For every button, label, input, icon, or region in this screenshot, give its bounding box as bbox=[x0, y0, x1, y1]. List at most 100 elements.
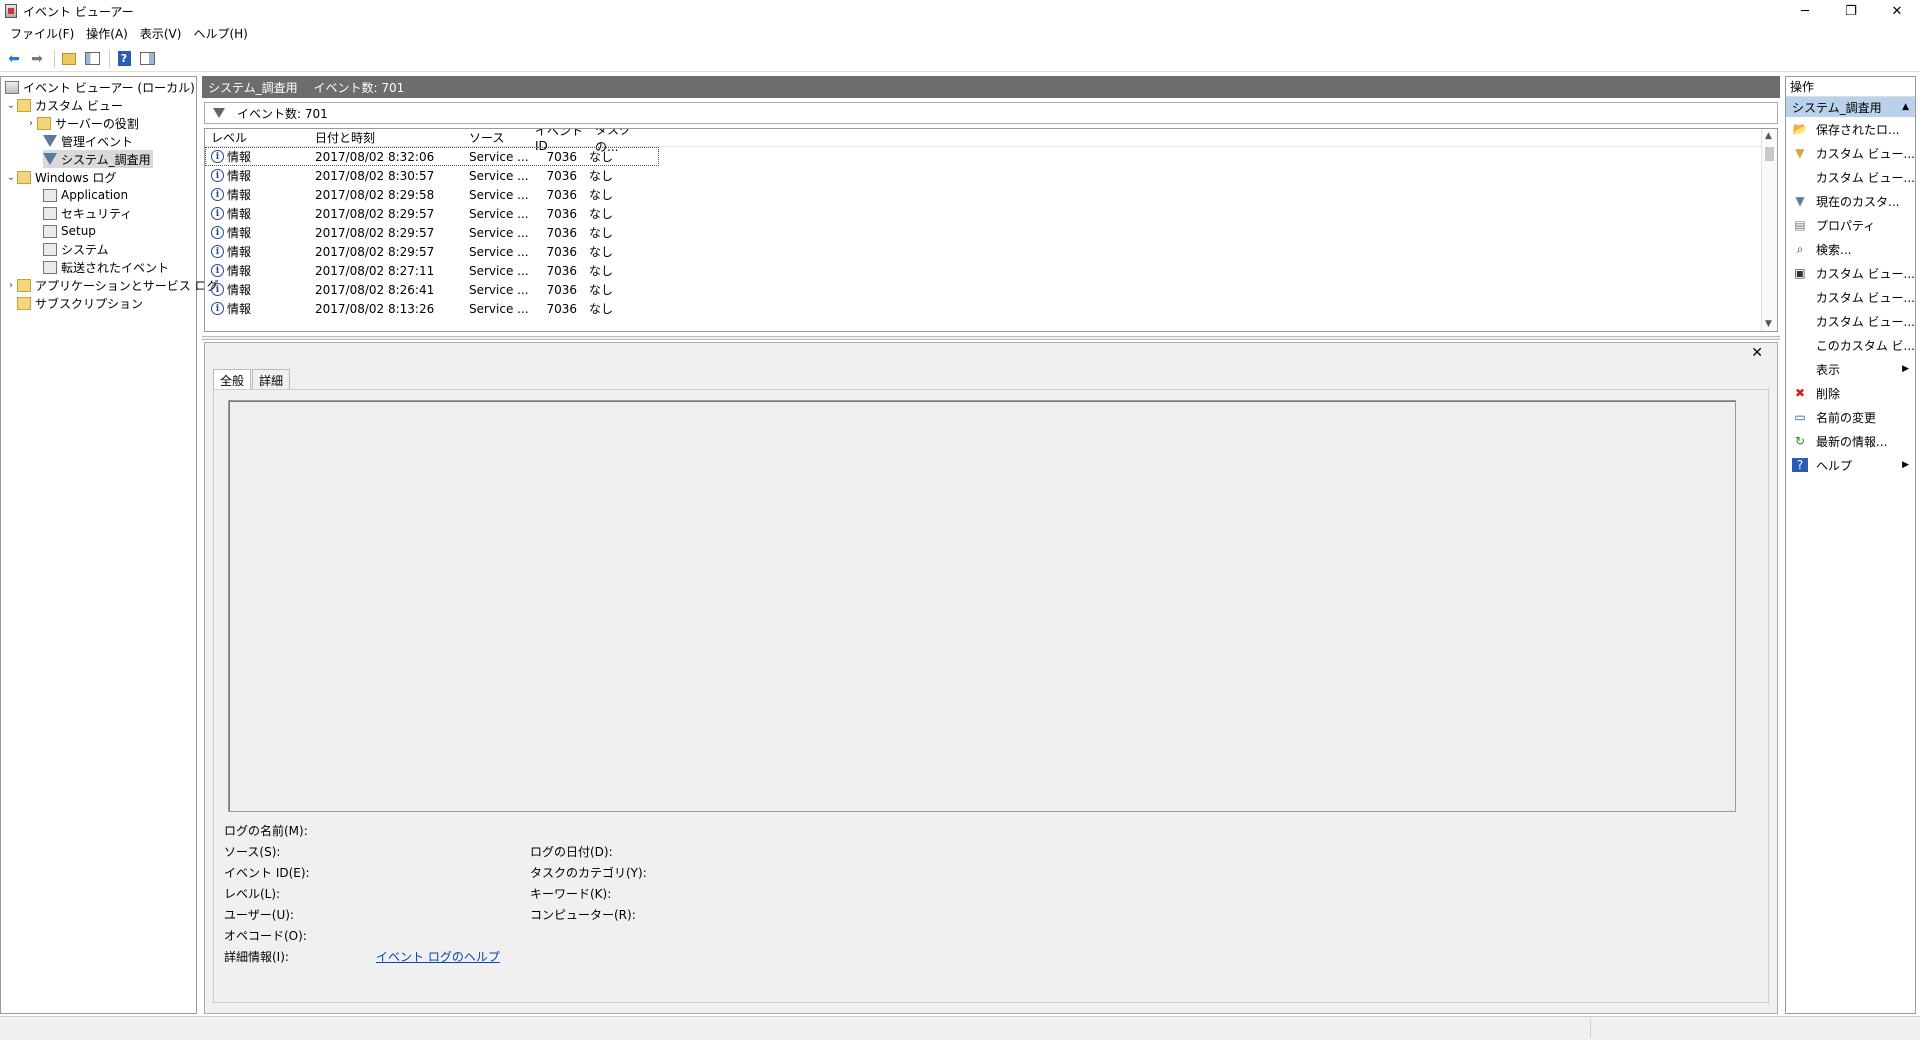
action-item[interactable]: ▣ カスタム ビュー... bbox=[1786, 261, 1915, 285]
expanded-chevron-icon[interactable]: ⌄ bbox=[5, 100, 17, 111]
close-detail-icon[interactable]: ✕ bbox=[1751, 345, 1763, 361]
action-item[interactable]: 📂 保存されたロ... bbox=[1786, 117, 1915, 141]
table-row[interactable]: i 情報 2017/08/02 8:26:41 Service ... 7036 なし bbox=[205, 280, 1777, 299]
column-source[interactable]: ソース bbox=[463, 129, 529, 146]
event-detail-pane: ✕ 全般 詳細 ログの名前(M): ソース(S): イベント ID(E): レベ… bbox=[204, 342, 1778, 1014]
column-level[interactable]: レベル bbox=[205, 129, 309, 146]
level-text: 情報 bbox=[227, 283, 252, 297]
action-item[interactable]: ⌕ 検索... bbox=[1786, 237, 1915, 261]
action-item[interactable]: ✖ 削除 bbox=[1786, 381, 1915, 405]
table-row[interactable]: i 情報 2017/08/02 8:29:57 Service ... 7036 なし bbox=[205, 204, 1777, 223]
menu-action[interactable]: 操作(A) bbox=[86, 25, 128, 42]
level-cell: i 情報 bbox=[205, 281, 309, 298]
scroll-down-icon[interactable]: ▼ bbox=[1765, 319, 1772, 329]
tab-details[interactable]: 詳細 bbox=[252, 369, 291, 389]
collapsed-chevron-icon[interactable]: › bbox=[5, 280, 17, 291]
tree-item-forwarded-events[interactable]: 転送されたイベント bbox=[43, 258, 169, 276]
action-item[interactable]: ▭ 名前の変更 bbox=[1786, 405, 1915, 429]
toolbar-separator bbox=[54, 49, 55, 68]
source-cell: Service ... bbox=[469, 263, 529, 278]
subscriptions-icon bbox=[17, 296, 31, 310]
info-icon: i bbox=[211, 226, 224, 239]
event-rows: i 情報 2017/08/02 8:32:06 Service ... 7036 なし i 情… bbox=[205, 147, 1777, 318]
table-row[interactable]: i 情報 2017/08/02 8:13:26 Service ... 7036 なし bbox=[205, 299, 1777, 318]
action-item[interactable]: カスタム ビュー... bbox=[1786, 285, 1915, 309]
menu-view[interactable]: 表示(V) bbox=[140, 25, 182, 42]
level-text: 情報 bbox=[227, 188, 252, 202]
tree-item-server-roles[interactable]: › サーバーの役割 bbox=[25, 114, 139, 132]
action-item[interactable]: ▤ プロパティ bbox=[1786, 213, 1915, 237]
info-icon: i bbox=[211, 169, 224, 182]
tree-item-admin-events[interactable]: 管理イベント bbox=[43, 132, 133, 150]
more-info-label: 詳細情報(I): bbox=[224, 950, 289, 964]
action-item[interactable]: このカスタム ビ... bbox=[1786, 333, 1915, 357]
event-log-help-link[interactable]: イベント ログのヘルプ bbox=[376, 948, 500, 965]
pane-header: システム_調査用 イベント数: 701 bbox=[202, 76, 1780, 98]
event-description-box[interactable] bbox=[228, 400, 1736, 812]
table-row[interactable]: i 情報 2017/08/02 8:30:57 Service ... 7036 なし bbox=[205, 166, 1777, 185]
up-folder-icon[interactable] bbox=[59, 50, 79, 68]
tree-item-system-survey[interactable]: システム_調査用 bbox=[43, 150, 153, 168]
scroll-up-icon[interactable]: ▲ bbox=[1765, 131, 1772, 141]
menu-file[interactable]: ファイル(F) bbox=[10, 25, 74, 42]
task-category-cell: なし bbox=[589, 169, 614, 183]
collapsed-chevron-icon[interactable]: › bbox=[25, 118, 37, 129]
action-item[interactable]: カスタム ビュー... bbox=[1786, 309, 1915, 333]
tree-item-setup[interactable]: Setup bbox=[43, 222, 96, 240]
submenu-arrow-icon: ▶ bbox=[1902, 364, 1909, 374]
forward-arrow-icon[interactable]: ➡ bbox=[27, 50, 47, 68]
tree-item-app-service-logs[interactable]: › アプリケーションとサービス ログ bbox=[5, 276, 219, 294]
action-item[interactable]: ? ヘルプ ▶ bbox=[1786, 453, 1915, 477]
event-viewer-icon bbox=[5, 80, 19, 94]
table-row[interactable]: i 情報 2017/08/02 8:29:58 Service ... 7036 なし bbox=[205, 185, 1777, 204]
tab-general[interactable]: 全般 bbox=[213, 369, 252, 389]
action-item[interactable]: ▼ カスタム ビュー... bbox=[1786, 141, 1915, 165]
action-item[interactable]: ▼ 現在のカスタ... bbox=[1786, 189, 1915, 213]
tree-item-system[interactable]: システム bbox=[43, 240, 109, 258]
minimize-button[interactable]: ─ bbox=[1782, 0, 1828, 22]
task-category-cell: なし bbox=[589, 283, 614, 297]
expanded-chevron-icon[interactable]: ⌄ bbox=[5, 172, 17, 183]
status-bar bbox=[0, 1016, 1920, 1040]
table-row[interactable]: i 情報 2017/08/02 8:27:11 Service ... 7036 なし bbox=[205, 261, 1777, 280]
blank-icon bbox=[1792, 170, 1808, 184]
tree-item-application[interactable]: Application bbox=[43, 186, 128, 204]
scroll-thumb[interactable] bbox=[1765, 147, 1774, 161]
tree-item-custom-views[interactable]: ⌄ カスタム ビュー bbox=[5, 96, 123, 114]
action-label: カスタム ビュー... bbox=[1815, 146, 1915, 161]
collapse-section-icon[interactable]: ▲ bbox=[1902, 102, 1909, 112]
show-hide-tree-icon[interactable] bbox=[82, 50, 102, 68]
pane-splitter[interactable] bbox=[202, 336, 1780, 340]
vertical-scrollbar[interactable]: ▲ ▼ bbox=[1761, 129, 1777, 331]
event-id-label: イベント ID(E): bbox=[224, 866, 310, 880]
blank-icon bbox=[1792, 362, 1808, 376]
restore-button[interactable]: ❐ bbox=[1828, 0, 1874, 22]
info-icon: i bbox=[211, 283, 224, 296]
table-row[interactable]: i 情報 2017/08/02 8:32:06 Service ... 7036 なし bbox=[205, 147, 659, 166]
level-text: 情報 bbox=[227, 264, 252, 278]
log-icon bbox=[43, 206, 57, 220]
action-item[interactable]: カスタム ビュー... bbox=[1786, 165, 1915, 189]
close-button[interactable]: ✕ bbox=[1874, 0, 1920, 22]
task-category-cell: なし bbox=[589, 245, 614, 259]
tree-item-root[interactable]: イベント ビューアー (ローカル) bbox=[5, 78, 195, 96]
action-item[interactable]: ↻ 最新の情報... bbox=[1786, 429, 1915, 453]
datetime-cell: 2017/08/02 8:29:57 bbox=[315, 225, 435, 240]
action-item[interactable]: 表示 ▶ bbox=[1786, 357, 1915, 381]
action-label: カスタム ビュー... bbox=[1815, 266, 1915, 281]
show-hide-action-pane-icon[interactable] bbox=[137, 50, 157, 68]
action-label: 名前の変更 bbox=[1816, 410, 1877, 425]
tree-item-windows-logs[interactable]: ⌄ Windows ログ bbox=[5, 168, 116, 186]
tree-item-security[interactable]: セキュリティ bbox=[43, 204, 132, 222]
column-datetime[interactable]: 日付と時刻 bbox=[309, 129, 463, 146]
back-arrow-icon[interactable]: ⬅ bbox=[4, 50, 24, 68]
help-icon[interactable]: ? bbox=[114, 50, 134, 68]
table-row[interactable]: i 情報 2017/08/02 8:29:57 Service ... 7036 なし bbox=[205, 242, 1777, 261]
tree-item-subscriptions[interactable]: サブスクリプション bbox=[17, 294, 143, 312]
event-id-cell: 7036 bbox=[546, 301, 577, 316]
menu-help[interactable]: ヘルプ(H) bbox=[193, 25, 247, 42]
table-row[interactable]: i 情報 2017/08/02 8:29:57 Service ... 7036 なし bbox=[205, 223, 1777, 242]
actions-section-header[interactable]: システム_調査用 ▲ bbox=[1786, 97, 1915, 117]
event-list[interactable]: レベル 日付と時刻 ソース イベント ID タスクの... i 情報 2017/08… bbox=[204, 128, 1778, 332]
open-folder-icon: 📂 bbox=[1792, 122, 1808, 136]
